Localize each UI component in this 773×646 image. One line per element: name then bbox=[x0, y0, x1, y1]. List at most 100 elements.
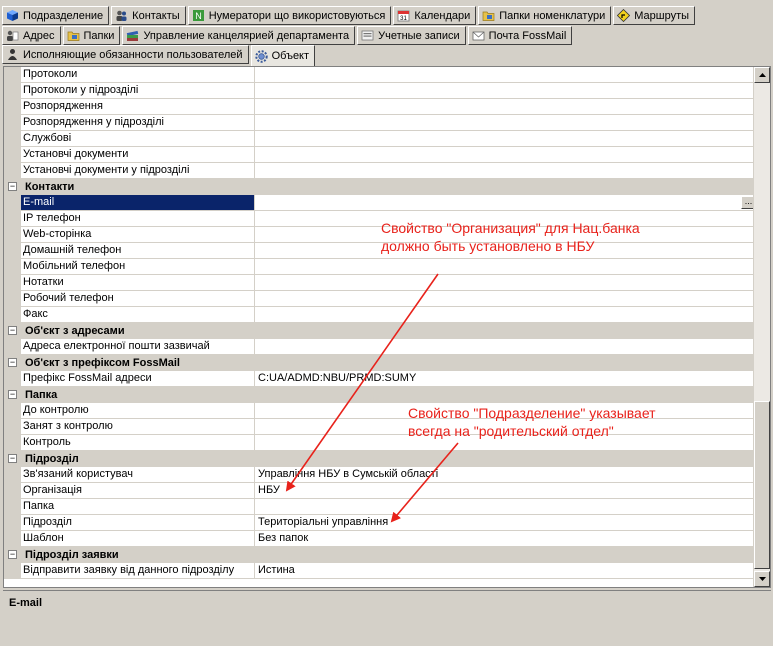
property-row[interactable]: Папка bbox=[4, 499, 757, 515]
property-row[interactable]: Нотатки bbox=[4, 275, 757, 291]
row-gutter bbox=[4, 115, 21, 131]
tab-row3-0[interactable]: Исполняющие обязанности пользователей bbox=[2, 45, 249, 64]
tab-row1-5[interactable]: Маршруты bbox=[613, 6, 696, 25]
property-value[interactable] bbox=[255, 291, 757, 307]
property-value[interactable] bbox=[255, 499, 757, 515]
property-value[interactable] bbox=[255, 131, 757, 147]
category-row[interactable]: Папка − bbox=[4, 387, 757, 403]
property-row[interactable]: Розпорядження bbox=[4, 99, 757, 115]
vertical-scrollbar[interactable] bbox=[753, 67, 770, 587]
property-row[interactable]: Протоколи bbox=[4, 67, 757, 83]
tab-label: Подразделение bbox=[23, 9, 104, 22]
property-value[interactable]: Територіальні управління bbox=[255, 515, 757, 531]
property-value[interactable] bbox=[255, 163, 757, 179]
property-name: Службові bbox=[21, 131, 255, 147]
property-value-text: Истина bbox=[258, 564, 295, 576]
tab-row2-1[interactable]: Папки bbox=[62, 26, 121, 45]
property-row[interactable]: Розпорядження у підрозділі bbox=[4, 115, 757, 131]
property-row[interactable]: Установчі документи у підрозділі bbox=[4, 163, 757, 179]
row-gutter bbox=[4, 531, 21, 547]
tab-row1-3[interactable]: 31 Календари bbox=[393, 6, 477, 25]
property-value[interactable]: Управління НБУ в Сумській області bbox=[255, 467, 757, 483]
property-name: Зв'язаний користувач bbox=[21, 467, 255, 483]
description-panel: E-mail bbox=[3, 590, 771, 646]
property-value[interactable]: НБУ bbox=[255, 483, 757, 499]
property-name: Занят з контролю bbox=[21, 419, 255, 435]
property-value[interactable]: C:UA/ADMD:NBU/PRMD:SUMY bbox=[255, 371, 757, 387]
tab-label: Папки bbox=[83, 29, 115, 42]
property-row[interactable]: Службові bbox=[4, 131, 757, 147]
scroll-up-button[interactable] bbox=[754, 67, 770, 83]
collapse-icon[interactable]: − bbox=[8, 550, 17, 559]
property-row[interactable]: Факс bbox=[4, 307, 757, 323]
row-gutter bbox=[4, 99, 21, 115]
tab-row2-4[interactable]: Почта FossMail bbox=[467, 26, 573, 45]
property-value[interactable]: ... bbox=[255, 195, 757, 211]
property-row[interactable]: E-mail... bbox=[4, 195, 757, 211]
tab-label: Нумератори що використовуються bbox=[208, 9, 386, 22]
category-label: Підрозділ bbox=[25, 453, 79, 465]
collapse-icon[interactable]: − bbox=[8, 454, 17, 463]
property-value[interactable] bbox=[255, 339, 757, 355]
property-value[interactable]: Истина bbox=[255, 563, 757, 579]
property-row[interactable]: Мобільний телефон bbox=[4, 259, 757, 275]
tab-row1-0[interactable]: Подразделение bbox=[2, 6, 110, 25]
arrow-up-icon bbox=[758, 73, 766, 77]
category-label: Об'єкт з адресами bbox=[25, 325, 125, 337]
tab-label: Исполняющие обязанности пользователей bbox=[23, 48, 243, 61]
property-value[interactable] bbox=[255, 147, 757, 163]
tab-label: Маршруты bbox=[634, 9, 690, 22]
tab-row1-1[interactable]: Контакты bbox=[111, 6, 186, 25]
tab-row2-3[interactable]: Учетные записи bbox=[357, 26, 466, 45]
property-row[interactable]: Зв'язаний користувач Управління НБУ в Сум… bbox=[4, 467, 757, 483]
property-name: E-mail bbox=[21, 195, 255, 211]
numbering-icon: N bbox=[192, 9, 205, 22]
property-value[interactable] bbox=[255, 259, 757, 275]
property-value[interactable] bbox=[255, 275, 757, 291]
category-row[interactable]: Контакти − bbox=[4, 179, 757, 195]
tab-label: Контакты bbox=[132, 9, 180, 22]
property-row[interactable]: Префікс FossMail адреси C:UA/ADMD:NBU/PRM… bbox=[4, 371, 757, 387]
collapse-icon[interactable]: − bbox=[8, 390, 17, 399]
arrow-down-icon bbox=[758, 577, 766, 581]
property-value[interactable] bbox=[255, 67, 757, 83]
tab-row2-2[interactable]: Управление канцелярией департамента bbox=[122, 26, 356, 45]
property-value[interactable] bbox=[255, 307, 757, 323]
tab-row1-2[interactable]: N Нумератори що використовуються bbox=[187, 6, 392, 25]
property-row[interactable]: Установчі документи bbox=[4, 147, 757, 163]
scroll-thumb[interactable] bbox=[754, 401, 770, 569]
property-value[interactable] bbox=[255, 115, 757, 131]
collapse-icon[interactable]: − bbox=[8, 326, 17, 335]
collapse-icon[interactable]: − bbox=[8, 358, 17, 367]
row-gutter bbox=[4, 515, 21, 531]
property-row[interactable]: Відправити заявку від данного підрозділу… bbox=[4, 563, 757, 579]
scroll-down-button[interactable] bbox=[754, 571, 770, 587]
property-value[interactable] bbox=[255, 99, 757, 115]
property-row[interactable]: Робочий телефон bbox=[4, 291, 757, 307]
tab-row1-4[interactable]: Папки номенклатури bbox=[478, 6, 612, 25]
annotation-subdivision-line2: всегда на "родительский отдел" bbox=[408, 423, 614, 439]
cube-icon bbox=[6, 9, 19, 22]
tab-row2-0[interactable]: Адрес bbox=[2, 26, 61, 45]
property-row[interactable]: Шаблон Без папок bbox=[4, 531, 757, 547]
property-value[interactable] bbox=[255, 83, 757, 99]
property-grid: Протоколи Протоколи у підрозділі Розпорядж… bbox=[3, 66, 771, 588]
property-row[interactable]: Організація НБУ bbox=[4, 483, 757, 499]
address-icon bbox=[6, 29, 19, 42]
tab-row-3: Исполняющие обязанности пользователей Объ… bbox=[2, 45, 317, 66]
collapse-icon[interactable]: − bbox=[8, 182, 17, 191]
tab-row3-1[interactable]: Объект bbox=[250, 45, 316, 66]
category-row[interactable]: Об'єкт з префіксом FossMail − bbox=[4, 355, 757, 371]
property-name: Домашній телефон bbox=[21, 243, 255, 259]
property-row[interactable]: Адреса електронної пошти зазвичай bbox=[4, 339, 757, 355]
property-row[interactable]: Протоколи у підрозділі bbox=[4, 83, 757, 99]
category-row[interactable]: Об'єкт з адресами − bbox=[4, 323, 757, 339]
property-row[interactable]: Підрозділ Територіальні управління bbox=[4, 515, 757, 531]
tab-label: Календари bbox=[414, 9, 471, 22]
row-gutter bbox=[4, 243, 21, 259]
tab-label: Учетные записи bbox=[378, 29, 460, 42]
folder-icon bbox=[482, 9, 495, 22]
property-value[interactable]: Без папок bbox=[255, 531, 757, 547]
category-row[interactable]: Підрозділ заявки − bbox=[4, 547, 757, 563]
category-row[interactable]: Підрозділ − bbox=[4, 451, 757, 467]
